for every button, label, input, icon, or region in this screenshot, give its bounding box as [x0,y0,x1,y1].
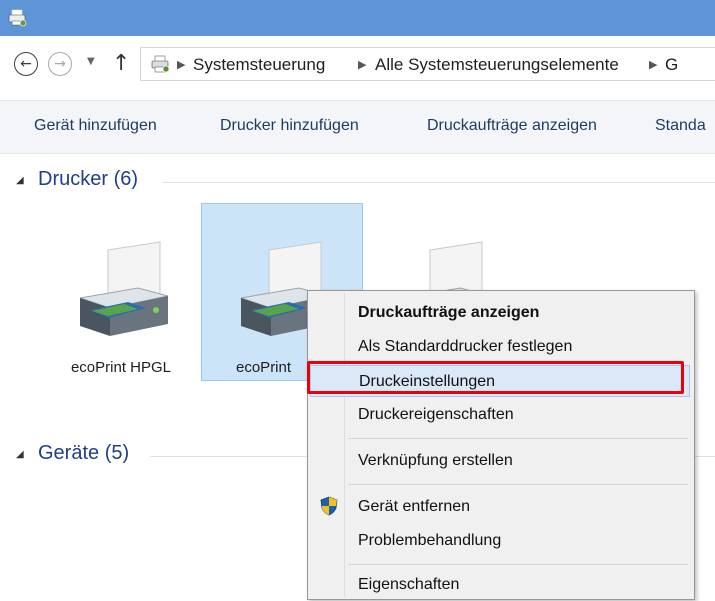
set-default-printer-button[interactable]: Standa [655,117,706,135]
recent-locations-icon[interactable]: ▼ [87,56,95,67]
breadcrumb-current[interactable]: G [665,55,678,75]
menu-item-label: Problembehandlung [358,532,502,549]
printer-item[interactable]: ecoPrint HPGL [40,203,202,381]
add-device-button[interactable]: Gerät hinzufügen [34,117,157,135]
title-bar [0,0,715,36]
menu-item-properties[interactable]: Eigenschaften [310,569,690,601]
command-bar: Gerät hinzufügen Drucker hinzufügen Druc… [0,100,715,154]
devices-group-label: Geräte (5) [38,442,130,464]
group-divider [162,182,715,183]
menu-item-label: Druckaufträge anzeigen [358,304,540,321]
menu-item-label: Verknüpfung erstellen [358,452,513,469]
printer-icon [79,241,169,336]
navigation-bar: ← → ▼ ↑ ▶ Systemsteuerung ▶ Alle Systems… [0,36,715,100]
breadcrumb-separator-icon[interactable]: ▶ [649,58,657,71]
menu-item-label: Als Standarddrucker festlegen [358,338,573,355]
add-printer-button[interactable]: Drucker hinzufügen [220,117,359,135]
menu-item-show-print-jobs[interactable]: Druckaufträge anzeigen [310,297,690,329]
menu-separator [348,484,688,485]
address-bar[interactable]: ▶ Systemsteuerung ▶ Alle Systemsteuerung… [140,47,715,81]
menu-item-label: Eigenschaften [358,576,460,593]
breadcrumb-separator-icon[interactable]: ▶ [358,58,366,71]
printer-label: ecoPrint HPGL [70,359,172,376]
menu-item-label: Gerät entfernen [358,498,471,515]
printer-control-panel-icon[interactable] [8,9,28,27]
breadcrumb-separator-icon[interactable]: ▶ [177,58,185,71]
collapse-triangle-icon[interactable]: ◢ [16,449,24,460]
uac-shield-icon [320,496,338,516]
printer-label: ecoPrint [236,359,292,376]
control-panel-printer-icon [151,55,170,73]
menu-item-label: Druckereigenschaften [358,406,514,423]
breadcrumb-alle-elemente[interactable]: Alle Systemsteuerungselemente [375,55,619,75]
menu-item-set-default-printer[interactable]: Als Standarddrucker festlegen [310,331,690,363]
forward-arrow-icon[interactable]: → [48,52,72,76]
annotation-highlight-box [307,361,684,394]
menu-separator [348,438,688,439]
menu-separator [348,564,688,565]
breadcrumb-systemsteuerung[interactable]: Systemsteuerung [193,55,325,75]
up-arrow-icon[interactable]: ↑ [112,51,130,76]
menu-item-create-shortcut[interactable]: Verknüpfung erstellen [310,445,690,477]
show-print-jobs-button[interactable]: Druckaufträge anzeigen [427,117,597,135]
printers-group-header[interactable]: ◢ Drucker (6) [0,168,715,198]
menu-item-troubleshoot[interactable]: Problembehandlung [310,525,690,557]
menu-item-printer-properties[interactable]: Druckereigenschaften [310,399,690,431]
printers-group-label: Drucker (6) [38,168,139,190]
menu-item-remove-device[interactable]: Gerät entfernen [310,491,690,523]
collapse-triangle-icon[interactable]: ◢ [16,175,24,186]
context-menu: Druckaufträge anzeigen Als Standarddruck… [307,290,695,600]
back-arrow-icon[interactable]: ← [14,52,38,76]
